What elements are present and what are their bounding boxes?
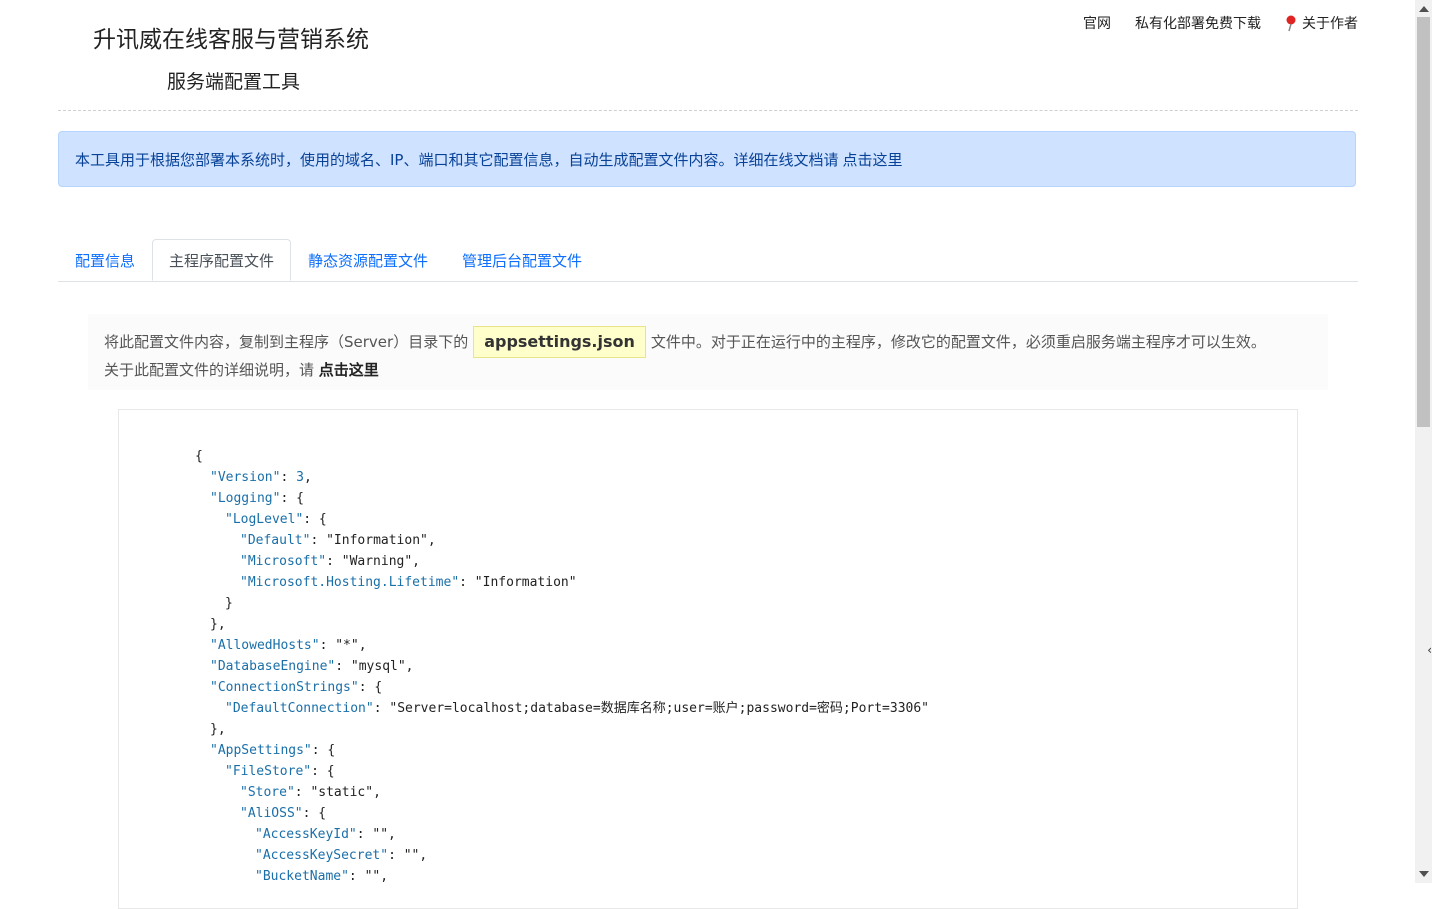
note-doc-link[interactable]: 点击这里 (319, 361, 379, 379)
code-line: "Microsoft.Hosting.Lifetime": "Informati… (195, 572, 929, 593)
code-line: "AliOSS": { (195, 803, 929, 824)
code-line: "Logging": { (195, 488, 929, 509)
code-line: "AppSettings": { (195, 740, 929, 761)
json-key: "AllowedHosts" (210, 638, 320, 653)
json-key: "LogLevel" (225, 512, 304, 527)
tab-main-program-config[interactable]: 主程序配置文件 (152, 239, 292, 281)
json-punct: }, (210, 617, 226, 632)
code-line: "FileStore": { (195, 761, 929, 782)
json-key: "Store" (240, 785, 295, 800)
json-key: "Logging" (210, 491, 281, 506)
json-key: "Microsoft" (240, 554, 327, 569)
json-punct: : "static", (294, 785, 381, 800)
code-line: "AllowedHosts": "*", (195, 635, 929, 656)
json-key: "ConnectionStrings" (210, 680, 359, 695)
app-subtitle: 服务端配置工具 (167, 71, 301, 93)
json-punct: : (280, 470, 297, 485)
json-punct: : "", (356, 827, 396, 842)
json-punct: : { (311, 743, 336, 758)
filename-badge: appsettings.json (473, 326, 646, 358)
json-key: "Microsoft.Hosting.Lifetime" (240, 575, 460, 590)
json-punct: : "mysql", (335, 659, 414, 674)
json-key: "AccessKeyId" (255, 827, 357, 842)
json-punct: : "", (388, 848, 428, 863)
json-punct: : { (302, 806, 327, 821)
scrollbar-thumb[interactable] (1417, 17, 1430, 427)
note-text-before: 将此配置文件内容，复制到主程序（Server）目录下的 (104, 333, 469, 351)
code-line: "Default": "Information", (195, 530, 929, 551)
scroll-down-arrow-icon[interactable] (1419, 871, 1429, 877)
code-line: "BucketName": "", (195, 866, 929, 887)
note-text-after: 文件中。对于正在运行中的主程序，修改它的配置文件，必须重启服务端主程序才可以生效… (650, 333, 1266, 351)
json-punct: : { (358, 680, 383, 695)
json-key: "AliOSS" (240, 806, 303, 821)
code-line: } (195, 593, 929, 614)
info-alert: 本工具用于根据您部署本系统时，使用的域名、IP、端口和其它配置信息，自动生成配置… (58, 131, 1356, 187)
json-punct: : "Information" (459, 575, 577, 590)
nav-link-download[interactable]: 私有化部署免费下载 (1135, 13, 1261, 33)
json-key: "DefaultConnection" (225, 701, 374, 716)
tab-static-resource-config[interactable]: 静态资源配置文件 (291, 239, 445, 281)
code-line: "Store": "static", (195, 782, 929, 803)
json-punct: : { (303, 512, 327, 527)
json-punct: { (195, 449, 203, 464)
code-line: "DatabaseEngine": "mysql", (195, 656, 929, 677)
json-punct: }, (210, 722, 226, 737)
code-line: { (195, 446, 929, 467)
json-punct: , (303, 470, 312, 485)
json-punct: : "*", (319, 638, 367, 653)
alert-doc-link[interactable]: 点击这里 (842, 149, 902, 170)
code-line: "DefaultConnection": "Server=localhost;d… (195, 698, 929, 719)
config-tabs: 配置信息 主程序配置文件 静态资源配置文件 管理后台配置文件 (58, 239, 1358, 282)
json-punct: : { (311, 764, 335, 779)
nav-link-label: 私有化部署免费下载 (1135, 16, 1261, 32)
side-handle-icon[interactable]: ‹ (1427, 643, 1432, 657)
page-scrollbar[interactable] (1415, 0, 1432, 883)
nav-link-label: 官网 (1083, 16, 1111, 32)
code-line: "LogLevel": { (195, 509, 929, 530)
json-punct: : "Warning", (326, 554, 421, 569)
json-punct: : { (280, 491, 304, 506)
json-key: "FileStore" (225, 764, 312, 779)
json-punct: 3 (296, 470, 304, 485)
header-divider (58, 110, 1358, 111)
code-panel[interactable]: {"Version": 3, "Logging": {"LogLevel": {"… (118, 409, 1298, 909)
note-line2-text: 关于此配置文件的详细说明，请 (104, 361, 315, 379)
code-line: }, (195, 719, 929, 740)
nav-link-label: 关于作者 (1302, 16, 1358, 32)
json-punct: : "", (348, 869, 389, 884)
code-line: "Version": 3, (195, 467, 929, 488)
alert-text: 本工具用于根据您部署本系统时，使用的域名、IP、端口和其它配置信息，自动生成配置… (75, 150, 839, 169)
json-key: "Default" (240, 533, 311, 548)
nav-link-official-site[interactable]: 官网 (1083, 13, 1111, 33)
app-title: 升讯威在线客服与营销系统 (93, 27, 369, 53)
code-line: "Microsoft": "Warning", (195, 551, 929, 572)
json-key: "AccessKeySecret" (255, 848, 389, 863)
json-punct: : "Server=localhost;database=数据库名称;user=… (373, 701, 930, 716)
top-nav: 官网 私有化部署免费下载 关于作者 (1083, 13, 1358, 33)
config-json-code[interactable]: {"Version": 3, "Logging": {"LogLevel": {"… (195, 446, 929, 887)
scroll-up-arrow-icon[interactable] (1419, 6, 1429, 12)
tab-admin-backend-config[interactable]: 管理后台配置文件 (445, 239, 599, 281)
json-key: "BucketName" (255, 869, 349, 884)
json-punct: : "Information", (310, 533, 436, 548)
nav-link-about-author[interactable]: 关于作者 (1285, 13, 1358, 33)
code-line: "AccessKeySecret": "", (195, 845, 929, 866)
json-key: "Version" (210, 470, 281, 485)
code-line: "ConnectionStrings": { (195, 677, 929, 698)
code-line: }, (195, 614, 929, 635)
pin-icon (1285, 15, 1298, 32)
json-key: "AppSettings" (210, 743, 312, 758)
json-punct: } (225, 596, 233, 611)
instruction-note: 将此配置文件内容，复制到主程序（Server）目录下的 appsettings.… (88, 314, 1328, 390)
json-key: "DatabaseEngine" (210, 659, 336, 674)
code-line: "AccessKeyId": "", (195, 824, 929, 845)
tab-config-info[interactable]: 配置信息 (58, 239, 152, 281)
